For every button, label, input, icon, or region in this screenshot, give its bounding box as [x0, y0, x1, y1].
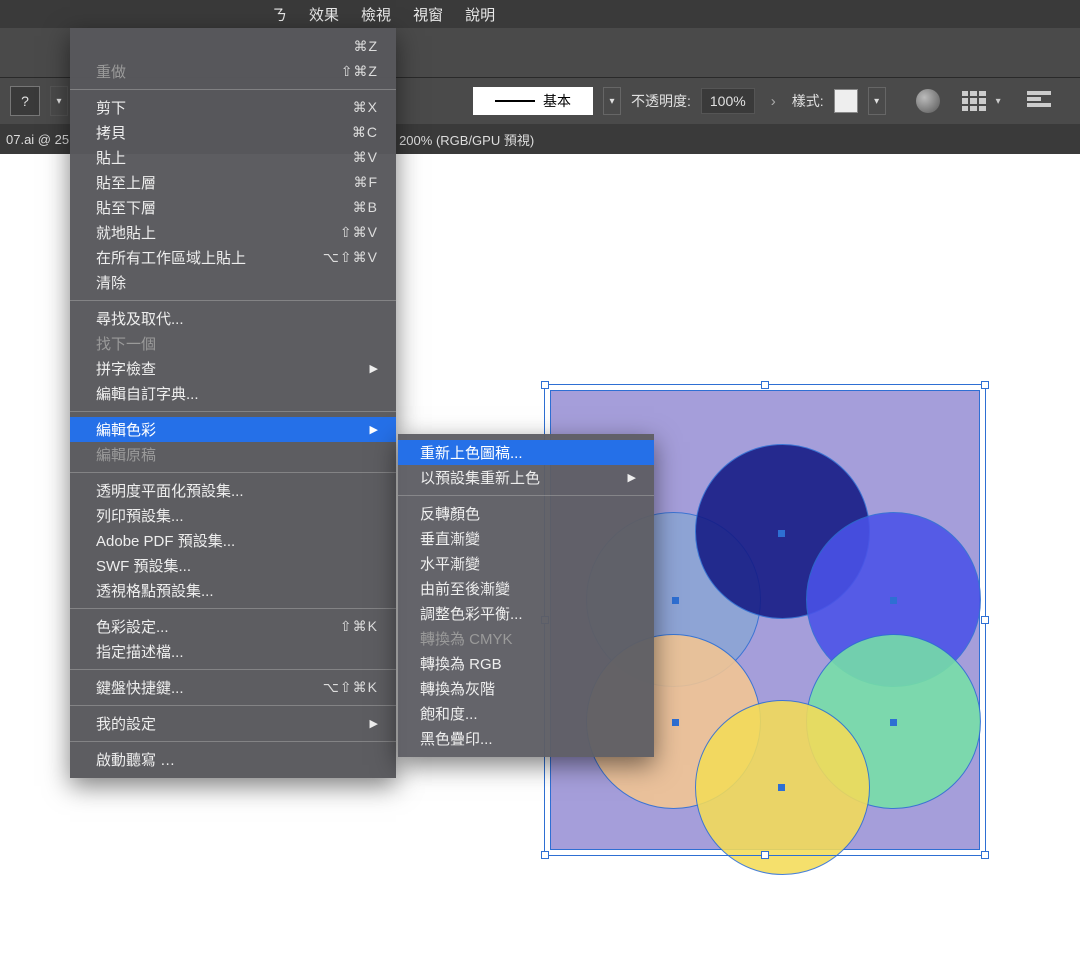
- menu-keyboard[interactable]: 鍵盤快捷鍵...⌥⇧⌘K: [70, 675, 396, 700]
- tab-left-text[interactable]: 07.ai @ 25: [4, 132, 69, 147]
- menubar-view[interactable]: 檢視: [361, 4, 391, 25]
- menu-assign-profile[interactable]: 指定描述檔...: [70, 639, 396, 664]
- submenu-hblend[interactable]: 水平漸變: [398, 551, 654, 576]
- stroke-style-box[interactable]: 基本: [473, 87, 593, 115]
- menu-my-settings[interactable]: 我的設定▶: [70, 711, 396, 736]
- menu-edit-original: 編輯原稿: [70, 442, 396, 467]
- submenu-invert[interactable]: 反轉顏色: [398, 501, 654, 526]
- submenu-arrow-icon: ▶: [370, 423, 378, 436]
- menu-redo: 重做⇧⌘Z: [70, 59, 396, 84]
- menu-spell[interactable]: 拼字檢查▶: [70, 356, 396, 381]
- submenu-fb-blend[interactable]: 由前至後漸變: [398, 576, 654, 601]
- submenu-to-rgb[interactable]: 轉換為 RGB: [398, 651, 654, 676]
- submenu-arrow-icon: ▶: [370, 362, 378, 375]
- tab-right-text[interactable]: 200% (RGB/GPU 預視): [399, 130, 534, 149]
- menu-transparency-preset[interactable]: 透明度平面化預設集...: [70, 478, 396, 503]
- menu-swf-preset[interactable]: SWF 預設集...: [70, 553, 396, 578]
- menu-cut[interactable]: 剪下⌘X: [70, 95, 396, 120]
- menu-paste-back[interactable]: 貼至下層⌘B: [70, 195, 396, 220]
- menu-edit-dict[interactable]: 編輯自訂字典...: [70, 381, 396, 406]
- help-icon[interactable]: ?: [10, 86, 40, 116]
- style-label: 樣式:: [792, 91, 824, 111]
- menu-print-preset[interactable]: 列印預設集...: [70, 503, 396, 528]
- opacity-value[interactable]: 100%: [701, 88, 755, 114]
- menu-separator: [398, 495, 654, 496]
- submenu-to-cmyk: 轉換為 CMYK: [398, 626, 654, 651]
- menubar: 編輯 ㄋ 效果 檢視 視窗 說明: [0, 0, 1080, 28]
- submenu-to-gray[interactable]: 轉換為灰階: [398, 676, 654, 701]
- menu-perspective-preset[interactable]: 透視格點預設集...: [70, 578, 396, 603]
- opacity-label: 不透明度:: [631, 91, 691, 111]
- menu-separator: [70, 472, 396, 473]
- anchor-point[interactable]: [890, 719, 897, 726]
- menu-pdf-preset[interactable]: Adobe PDF 預設集...: [70, 528, 396, 553]
- style-dropdown[interactable]: ▾: [868, 87, 886, 115]
- menubar-help[interactable]: 說明: [465, 4, 495, 25]
- submenu-arrow-icon: ▶: [628, 471, 636, 484]
- menu-paste-front[interactable]: 貼至上層⌘F: [70, 170, 396, 195]
- anchor-point[interactable]: [890, 597, 897, 604]
- anchor-point[interactable]: [672, 719, 679, 726]
- stroke-line-icon: [495, 100, 535, 102]
- menu-paste-all[interactable]: 在所有工作區域上貼上⌥⇧⌘V: [70, 245, 396, 270]
- menubar-effects[interactable]: 效果: [309, 4, 339, 25]
- menu-separator: [70, 89, 396, 90]
- anchor-point[interactable]: [778, 530, 785, 537]
- menu-edit-colors[interactable]: 編輯色彩▶: [70, 417, 396, 442]
- menu-separator: [70, 669, 396, 670]
- submenu-vblend[interactable]: 垂直漸變: [398, 526, 654, 551]
- submenu-saturate[interactable]: 飽和度...: [398, 701, 654, 726]
- menu-find-replace[interactable]: 尋找及取代...: [70, 306, 396, 331]
- menu-separator: [70, 608, 396, 609]
- submenu-recolor-preset[interactable]: 以預設集重新上色▶: [398, 465, 654, 490]
- menubar-active-highlight: [70, 0, 130, 28]
- grid-dropdown-icon[interactable]: ▾: [996, 96, 1001, 107]
- menu-separator: [70, 705, 396, 706]
- menu-dictation[interactable]: 啟動聽寫 …: [70, 747, 396, 772]
- anchor-point[interactable]: [778, 784, 785, 791]
- menu-paste-in-place[interactable]: 就地貼上⇧⌘V: [70, 220, 396, 245]
- transform-grid-icon[interactable]: [962, 91, 986, 111]
- anchor-point[interactable]: [672, 597, 679, 604]
- align-icon[interactable]: [1027, 91, 1051, 111]
- submenu-recolor[interactable]: 重新上色圖稿...: [398, 440, 654, 465]
- submenu-arrow-icon: ▶: [370, 717, 378, 730]
- menu-separator: [70, 411, 396, 412]
- menu-separator: [70, 300, 396, 301]
- help-dropdown[interactable]: ▾: [50, 86, 68, 116]
- submenu-adjust-balance[interactable]: 調整色彩平衡...: [398, 601, 654, 626]
- menubar-window[interactable]: 視窗: [413, 4, 443, 25]
- submenu-overprint[interactable]: 黑色疊印...: [398, 726, 654, 751]
- menu-color-settings[interactable]: 色彩設定...⇧⌘K: [70, 614, 396, 639]
- menu-clear[interactable]: 清除: [70, 270, 396, 295]
- edit-colors-submenu: 重新上色圖稿... 以預設集重新上色▶ 反轉顏色 垂直漸變 水平漸變 由前至後漸…: [398, 434, 654, 757]
- menu-undo[interactable]: ⌘Z: [70, 34, 396, 59]
- stroke-dropdown[interactable]: ▾: [603, 87, 621, 115]
- opacity-chevron-icon[interactable]: ›: [765, 93, 782, 110]
- menu-paste[interactable]: 貼上⌘V: [70, 145, 396, 170]
- recolor-icon[interactable]: [916, 89, 940, 113]
- menu-separator: [70, 741, 396, 742]
- edit-menu: ⌘Z 重做⇧⌘Z 剪下⌘X 拷貝⌘C 貼上⌘V 貼至上層⌘F 貼至下層⌘B 就地…: [70, 28, 396, 778]
- menu-copy[interactable]: 拷貝⌘C: [70, 120, 396, 145]
- style-swatch[interactable]: [834, 89, 858, 113]
- menubar-item[interactable]: ㄋ: [272, 4, 287, 25]
- menu-find-next: 找下一個: [70, 331, 396, 356]
